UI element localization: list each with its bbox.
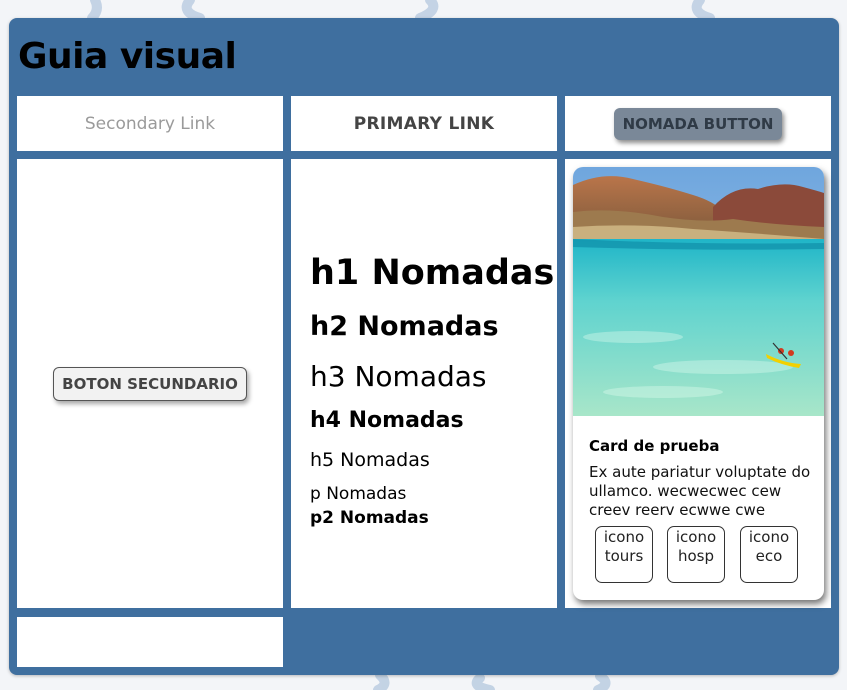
test-card[interactable]: Card de prueba Ex aute pariatur voluptat… — [573, 167, 824, 600]
boton-secundario-button[interactable]: BOTON SECUNDARIO — [53, 366, 247, 401]
heading-h1-sample: h1 Nomadas — [310, 253, 555, 293]
icon-eco-label-2: eco — [755, 547, 783, 565]
heading-h2-sample: h2 Nomadas — [310, 311, 499, 342]
page-title: Guia visual — [18, 36, 237, 77]
secondary-link[interactable]: Secondary Link — [85, 114, 215, 134]
heading-h5-sample: h5 Nomadas — [310, 449, 430, 471]
empty-cell — [17, 617, 283, 667]
heading-h3-sample: h3 Nomadas — [310, 360, 487, 393]
nomada-button-cell: NOMADA BUTTON — [565, 96, 831, 151]
primary-link-cell: PRIMARY LINK — [291, 96, 557, 151]
primary-link[interactable]: PRIMARY LINK — [354, 114, 495, 134]
icon-tours-button[interactable]: icono tours — [595, 526, 653, 583]
secondary-link-cell: Secondary Link — [17, 96, 283, 151]
icon-hosp-label-2: hosp — [677, 547, 715, 565]
icon-tours-label-2: tours — [604, 547, 644, 565]
beach-kayak-image — [573, 167, 824, 416]
card-cell: Card de prueba Ex aute pariatur voluptat… — [565, 159, 831, 608]
paragraph-p2-sample: p2 Nomadas — [310, 508, 429, 528]
secondary-button-cell: BOTON SECUNDARIO — [17, 159, 283, 608]
icon-hosp-label-1: icono — [675, 528, 717, 546]
icon-eco-label-1: icono — [748, 528, 790, 546]
icon-eco-button[interactable]: icono eco — [740, 526, 798, 583]
nomada-button[interactable]: NOMADA BUTTON — [613, 107, 783, 140]
card-text: Ex aute pariatur voluptate do ullamco. w… — [589, 463, 811, 519]
heading-h4-sample: h4 Nomadas — [310, 408, 464, 433]
icon-tours-label-1: icono — [603, 528, 645, 546]
card-title: Card de prueba — [589, 437, 720, 455]
icon-hosp-button[interactable]: icono hosp — [667, 526, 725, 583]
typography-cell: h1 Nomadas h2 Nomadas h3 Nomadas h4 Noma… — [291, 159, 557, 608]
paragraph-sample: p Nomadas — [310, 484, 407, 504]
